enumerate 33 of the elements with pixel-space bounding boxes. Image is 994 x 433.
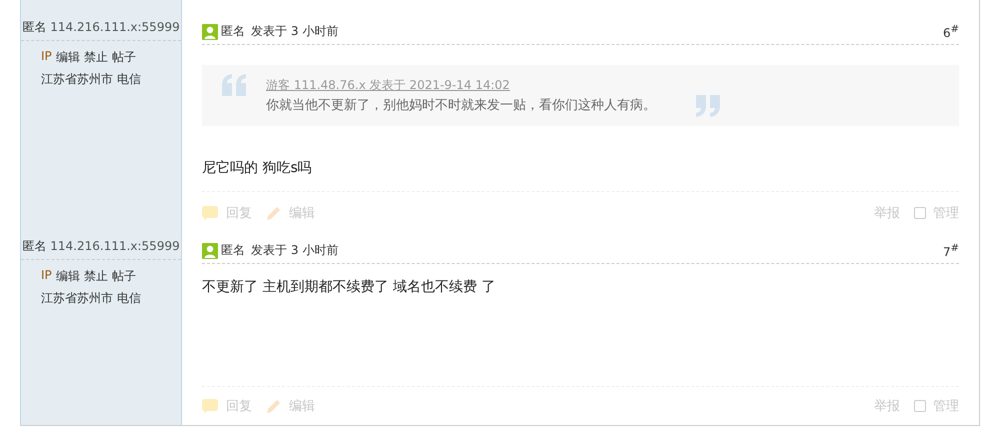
manage-checkbox[interactable] [914,400,926,412]
poster-name[interactable]: 匿名 [221,23,245,40]
author-name[interactable]: 匿名 [22,239,46,253]
author-ip: 114.216.111.x:55999 [50,239,180,253]
speech-bubble-icon [202,206,218,220]
open-quote-icon [222,74,248,96]
admin-link[interactable]: IP [41,49,52,66]
author-name[interactable]: 匿名 [22,20,46,34]
pencil-icon [266,206,281,220]
admin-link[interactable]: 编辑 [56,49,80,66]
admin-link[interactable]: 帖子 [112,268,136,285]
post-message: 不更新了 主机到期都不续费了 域名也不续费 了 [202,278,496,296]
poster-name[interactable]: 匿名 [221,242,245,259]
quote-text: 你就当他不更新了，别他妈时不时就来发一贴，看你们这种人有病。 [266,97,656,114]
post-message: 尼它吗的 狗吃s吗 [202,159,313,177]
admin-link[interactable]: IP [41,268,52,285]
post-time: 发表于 3 小时前 [251,242,338,259]
post-time: 发表于 3 小时前 [251,23,338,40]
admin-link[interactable]: 禁止 [84,49,108,66]
admin-link[interactable]: 帖子 [112,49,136,66]
close-quote-icon [696,95,722,117]
admin-link[interactable]: 编辑 [56,268,80,285]
floor-number[interactable]: 7$^{#}$ [942,242,959,258]
admin-link[interactable]: 禁止 [84,268,108,285]
location-text: 江苏省苏州市 电信 [41,290,142,307]
pencil-icon [266,398,281,414]
user-avatar-icon [202,242,218,258]
manage-checkbox[interactable] [914,207,926,219]
speech-bubble-icon [202,398,218,414]
location-text: 江苏省苏州市 电信 [41,71,142,88]
author-ip: 114.216.111.x:55999 [50,20,180,34]
user-avatar-icon [202,24,218,40]
floor-number[interactable]: 6$^{#}$ [942,24,959,40]
